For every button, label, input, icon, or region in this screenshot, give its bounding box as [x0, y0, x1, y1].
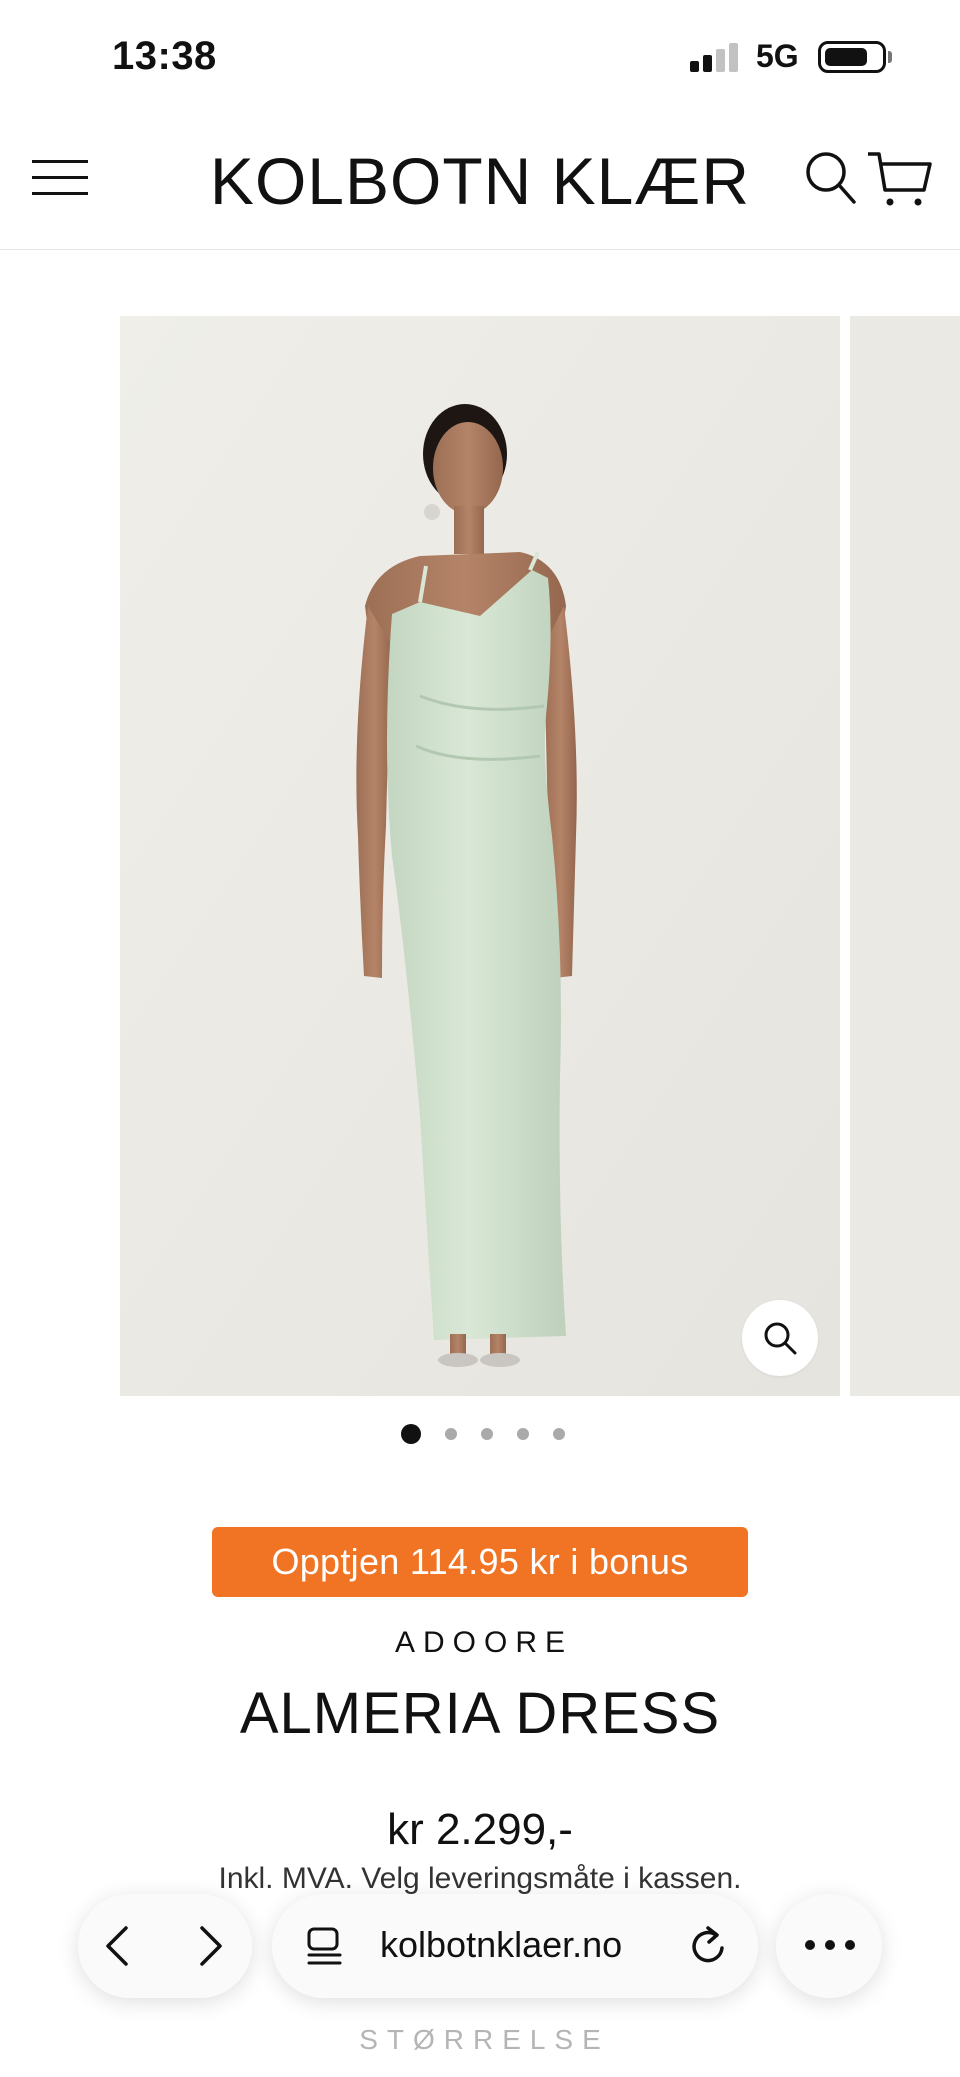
menu-button[interactable] [32, 154, 90, 200]
search-icon [806, 152, 856, 204]
product-image[interactable] [120, 316, 840, 1396]
menu-icon-line [32, 176, 88, 179]
gallery-dot[interactable] [553, 1428, 565, 1440]
address-bar[interactable]: kolbotnklaer.no [272, 1894, 758, 1998]
brand-logo[interactable]: KOLBOTN KLÆR [180, 140, 780, 222]
product-title: ALMERIA DRESS [239, 1681, 721, 1746]
more-button[interactable] [802, 1930, 858, 1960]
zoom-button[interactable] [742, 1300, 818, 1376]
gallery-dot[interactable] [401, 1424, 421, 1444]
battery-tip [888, 51, 892, 63]
status-bar: 13:38 5G [0, 0, 960, 110]
product-gallery[interactable] [0, 250, 960, 1420]
page-menu-icon[interactable] [306, 1926, 346, 1966]
cart-icon [868, 152, 932, 206]
product-price: kr 2.299,- [387, 1805, 573, 1854]
browser-nav-controls [78, 1894, 252, 1998]
signal-icon [690, 43, 742, 72]
menu-icon-line [32, 160, 88, 163]
gallery-dot[interactable] [481, 1428, 493, 1440]
search-button[interactable] [804, 150, 858, 206]
next-product-image[interactable] [850, 316, 960, 1396]
size-label: STØRRELSE [359, 2024, 610, 2055]
site-header: KOLBOTN KLÆR [0, 110, 960, 250]
reload-icon [692, 1926, 724, 1963]
url-text[interactable]: kolbotnklaer.no [380, 1924, 622, 1966]
product-vendor[interactable]: ADOORE [0, 1626, 960, 1660]
battery-icon [818, 41, 886, 73]
gallery-dot[interactable] [517, 1428, 529, 1440]
vat-note: Inkl. MVA. Velg leveringsmåte i kassen. [218, 1862, 742, 1895]
more-icon [805, 1940, 855, 1950]
back-button[interactable] [92, 1920, 142, 1972]
zoom-icon [764, 1322, 797, 1355]
browser-more-controls [776, 1894, 882, 1998]
status-time: 13:38 [112, 34, 217, 78]
gallery-dot[interactable] [445, 1428, 457, 1440]
dress-model-illustration [120, 316, 840, 1396]
network-type: 5G [756, 38, 799, 74]
chevron-right-icon [200, 1926, 222, 1966]
gallery-pagination [0, 1424, 960, 1444]
menu-icon-line [32, 192, 88, 195]
bonus-badge: Opptjen 114.95 kr i bonus [212, 1527, 748, 1597]
forward-button[interactable] [186, 1920, 236, 1972]
chevron-left-icon [106, 1926, 128, 1966]
cart-button[interactable] [866, 150, 934, 210]
reload-button[interactable] [686, 1922, 732, 1970]
